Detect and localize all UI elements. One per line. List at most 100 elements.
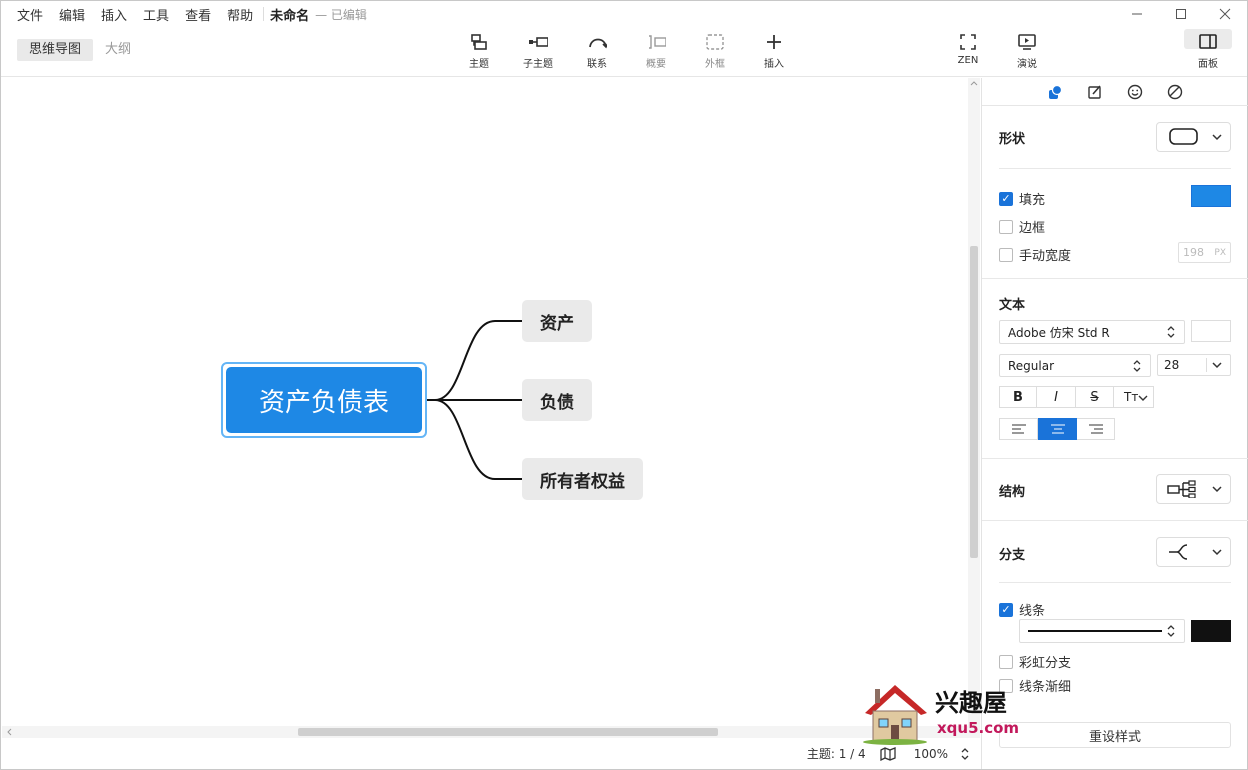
panel-button[interactable]: 面板 [1182,32,1234,74]
fill-checkbox[interactable]: ✓ [999,191,1013,206]
bold-button[interactable]: B [999,386,1037,408]
scroll-left-icon [7,728,12,736]
text-case-button[interactable]: Tт [1114,386,1154,408]
width-input[interactable]: 198 PX [1178,242,1231,263]
text-title: 文本 [999,298,1026,313]
strikethrough-button[interactable]: S [1076,386,1114,408]
maximize-button[interactable] [1159,1,1203,27]
rainbow-branch-checkbox[interactable] [999,654,1013,669]
smiley-icon [1127,84,1143,100]
fill-color-swatch[interactable] [1191,185,1231,207]
menu-edit[interactable]: 编辑 [51,5,93,24]
subtopic-liabilities[interactable]: 负债 [522,379,592,421]
font-size-select[interactable]: 28 [1157,354,1231,376]
subtopic-equity[interactable]: 所有者权益 [522,458,643,500]
text-color-swatch[interactable] [1191,320,1231,342]
border-label: 边框 [1019,221,1046,236]
subtopic-icon [528,32,548,52]
structure-dropdown[interactable] [1156,474,1231,504]
watermark: 兴趣屋 xqu5.com [859,681,1029,745]
tab-marker[interactable] [1084,83,1106,101]
menu-view[interactable]: 查看 [177,5,219,24]
insert-label: 插入 [764,59,784,70]
theme-icon [1167,84,1183,100]
topic-label: 主题 [469,59,489,70]
topic-button[interactable]: 主题 [453,32,505,74]
relationship-button[interactable]: 联系 [571,32,623,74]
watermark-site: xqu5.com [937,719,1020,737]
zen-button[interactable]: ZEN [942,32,994,74]
font-size-value: 28 [1164,358,1180,372]
present-button[interactable]: 演说 [1001,32,1053,74]
width-unit: PX [1214,247,1226,258]
marker-icon [1088,85,1101,99]
tab-outline[interactable]: 大纲 [93,39,143,61]
minimize-button[interactable] [1115,1,1159,27]
toolbar: 思维导图 大纲 主题 子主题 联系 概要 外框 插入 ZEN 演说 面板 [1,27,1247,77]
tab-style[interactable] [1044,83,1066,101]
fill-row[interactable]: ✓ 填充 [999,189,1045,208]
panel-tabs [982,78,1248,106]
chevron-down-icon [1212,549,1222,556]
topic-icon [469,32,489,52]
vertical-scrollbar[interactable] [968,78,980,726]
line-style-select[interactable] [1019,619,1185,643]
summary-button[interactable]: 概要 [630,32,682,74]
minimize-icon [1132,13,1142,15]
manual-width-checkbox[interactable] [999,247,1013,262]
tab-mindmap[interactable]: 思维导图 [17,39,94,61]
border-row[interactable]: 边框 [999,217,1045,236]
tab-theme[interactable] [1164,83,1186,101]
horizontal-scrollbar[interactable] [2,726,980,738]
shape-dropdown[interactable] [1156,122,1231,152]
subtopic-button[interactable]: 子主题 [512,32,564,74]
manual-width-row[interactable]: 手动宽度 [999,245,1071,264]
chevron-down-icon [1212,134,1222,141]
tab-sticker[interactable] [1124,83,1146,101]
menu-tools[interactable]: 工具 [135,5,177,24]
line-color-swatch[interactable] [1191,620,1231,642]
menu-insert[interactable]: 插入 [93,5,135,24]
summary-icon [646,32,666,52]
zoom-stepper-icon[interactable] [960,747,970,761]
relationship-label: 联系 [587,59,607,70]
present-label: 演说 [1017,59,1037,70]
panel-icon [1198,32,1218,52]
insert-button[interactable]: 插入 [748,32,800,74]
fill-label: 填充 [1019,193,1046,208]
vertical-scroll-thumb[interactable] [970,246,978,558]
align-left-icon [1011,424,1026,434]
font-style-select[interactable]: Regular [999,354,1151,377]
map-icon[interactable] [880,746,896,761]
align-center-button[interactable] [1038,418,1077,440]
align-left-button[interactable] [999,418,1038,440]
close-button[interactable] [1203,1,1247,27]
rainbow-branch-row[interactable]: 彩虹分支 [999,652,1071,671]
format-panel: 形状 ✓ 填充 边框 手动宽度 198 PX 文本 Adobe 仿宋 Std R [981,78,1248,769]
align-right-button[interactable] [1077,418,1115,440]
width-value: 198 [1183,246,1204,259]
central-topic[interactable]: 资产负债表 [226,367,422,433]
style-icon [1049,84,1063,99]
menu-file[interactable]: 文件 [1,5,51,24]
present-icon [1017,32,1037,52]
menu-help[interactable]: 帮助 [219,5,261,24]
font-family-select[interactable]: Adobe 仿宋 Std R [999,320,1185,344]
border-checkbox[interactable] [999,219,1013,234]
divider [999,168,1231,169]
boundary-button[interactable]: 外框 [689,32,741,74]
reset-style-button[interactable]: 重设样式 [999,722,1231,748]
line-row[interactable]: ✓ 线条 [999,600,1045,619]
branch-dropdown[interactable] [1156,537,1231,567]
line-checkbox[interactable]: ✓ [999,602,1013,617]
italic-button[interactable]: I [1037,386,1076,408]
horizontal-scroll-thumb[interactable] [298,728,718,736]
mindmap-canvas[interactable]: 资产负债表 资产 负债 所有者权益 [2,78,968,726]
topic-count: 主题: 1 / 4 [806,747,866,761]
font-family-value: Adobe 仿宋 Std R [1008,325,1110,340]
subtopic-assets[interactable]: 资产 [522,300,592,342]
maximize-icon [1176,9,1186,19]
house-logo-icon [863,685,927,745]
line-label: 线条 [1019,604,1046,619]
document-title: 未命名 [270,8,310,24]
